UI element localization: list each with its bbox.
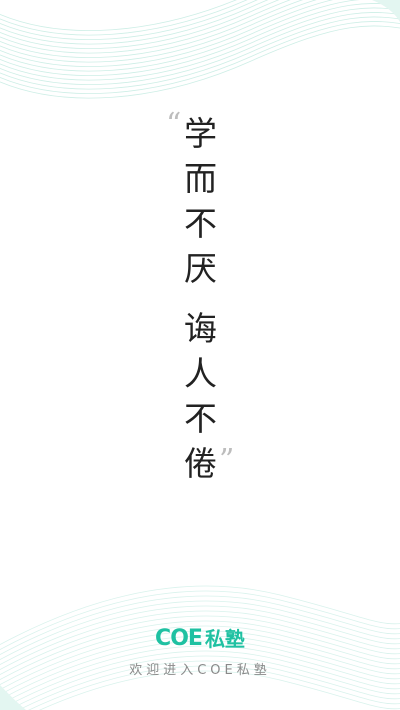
close-quote-mark: ” — [219, 443, 235, 478]
slogan-char: 人 — [184, 354, 217, 393]
slogan-char: 不 — [184, 204, 217, 243]
slogan-char: 而 — [184, 159, 217, 198]
slogan-line-1: 学 而 不 厌 — [184, 117, 217, 297]
slogan-char: 诲 — [184, 309, 217, 348]
slogan-char: 倦 — [184, 444, 217, 483]
logo-name: 私塾 — [204, 627, 245, 651]
slogan-char: 不 — [184, 399, 217, 438]
open-quote-mark: “ — [166, 107, 182, 142]
slogan-char: 厌 — [184, 249, 217, 288]
app-logo: COE 私塾 — [0, 628, 400, 650]
top-wave-decoration — [0, 0, 400, 99]
logo-brand: COE — [155, 626, 203, 651]
slogan-line-2: 诲 人 不 倦 — [184, 312, 217, 492]
slogan-char: 学 — [184, 114, 217, 153]
welcome-tagline: 欢迎进入COE私塾 — [129, 663, 271, 678]
